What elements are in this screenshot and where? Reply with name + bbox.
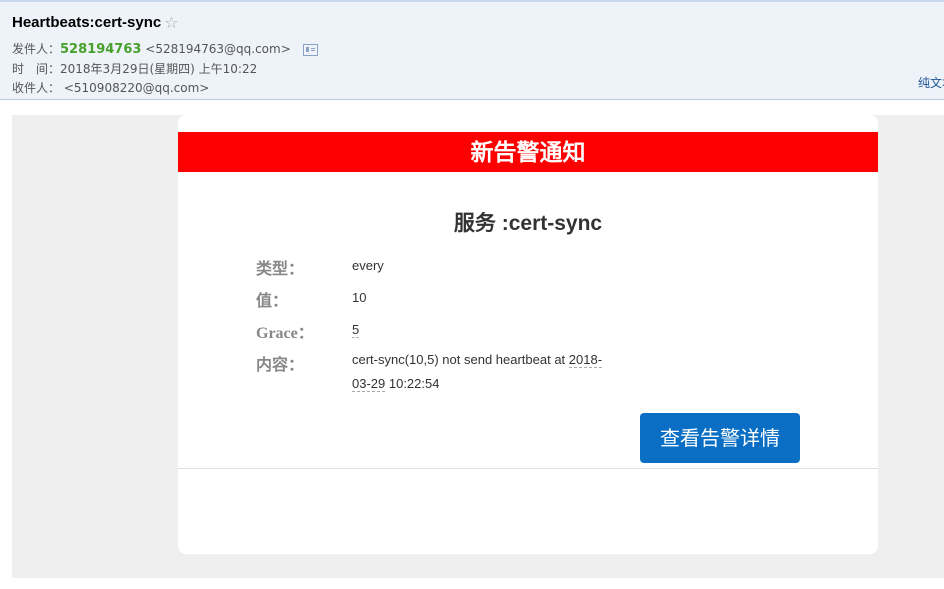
sender-row: 发件人：528194763 <528194763@qq.com> — [12, 40, 318, 57]
type-label: 类型： — [256, 261, 305, 278]
mail-subject: Heartbeats:cert-sync — [12, 14, 162, 31]
time-row: 时 间：2018年3月29日(星期四) 上午10:22 — [12, 60, 257, 77]
recipient-address[interactable]: <510908220@qq.com> — [64, 81, 210, 95]
value-label: 值： — [256, 293, 289, 310]
alert-card: 新告警通知 服务 :cert-sync 类型： every 值： 10 Grac… — [178, 115, 878, 554]
contact-card-icon[interactable] — [302, 43, 318, 56]
view-alert-details-button[interactable]: 查看告警详情 — [640, 413, 800, 463]
subject-row: Heartbeats:cert-sync ☆ — [12, 14, 179, 31]
sender-label: 发件人： — [12, 42, 61, 56]
grace-value: 5 — [352, 322, 360, 338]
content-value: cert-sync(10,5) not send heartbeat at 20… — [352, 348, 642, 396]
recipient-label: 收件人： — [12, 81, 61, 95]
divider — [178, 468, 878, 469]
content-date-part1: 2018- — [568, 352, 603, 368]
sender-name[interactable]: 528194763 — [60, 42, 141, 57]
time-value: 2018年3月29日(星期四) 上午10:22 — [60, 62, 258, 76]
alert-banner: 新告警通知 — [178, 132, 878, 172]
type-value: every — [352, 258, 384, 273]
star-icon[interactable]: ☆ — [164, 14, 178, 31]
content-prefix: cert-sync(10,5) not send heartbeat at — [352, 352, 569, 367]
content-date-part2: 03-29 — [352, 376, 386, 392]
mail-header: Heartbeats:cert-sync ☆ 发件人：528194763 <52… — [0, 0, 944, 100]
plain-text-link[interactable]: 纯文本 — [918, 74, 944, 91]
content-label: 内容： — [256, 357, 305, 374]
content-time: 10:22:54 — [385, 376, 440, 391]
grace-label: Grace： — [256, 325, 314, 342]
value-value: 10 — [352, 290, 367, 305]
time-label: 时 间： — [12, 62, 61, 76]
sender-address: <528194763@qq.com> — [145, 42, 291, 56]
recipient-row: 收件人： <510908220@qq.com> — [12, 79, 209, 96]
service-title: 服务 :cert-sync — [453, 212, 603, 235]
